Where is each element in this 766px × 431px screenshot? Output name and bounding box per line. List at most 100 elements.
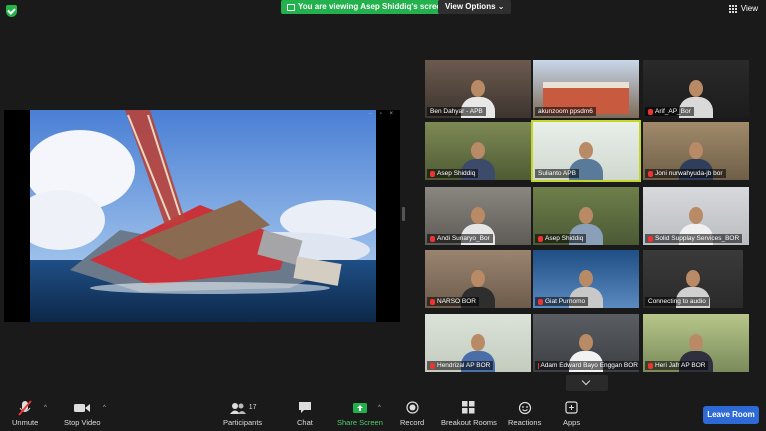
participant-name: NARSO BOR [427, 297, 480, 306]
participant-tile[interactable]: Sulianto APB [531, 120, 641, 182]
share-screen-label: Share Screen [337, 418, 383, 427]
participant-tile[interactable]: Solid Supplay Services_BOR [643, 187, 749, 245]
participant-tile[interactable]: Asep Shiddiq [533, 187, 639, 245]
participant-tile[interactable]: Ben Dahyar - APB [425, 60, 531, 118]
participant-name: Connecting to audio [645, 297, 709, 306]
breakout-rooms-button[interactable]: Breakout Rooms [441, 399, 497, 427]
audio-options-caret-icon[interactable]: ^ [44, 405, 47, 411]
participant-name-label: Ben Dahyar - APB [430, 108, 483, 115]
video-camera-icon [74, 403, 91, 412]
participant-name-label: Heri Jafr AP BOR [655, 362, 706, 369]
split-view-handle[interactable] [402, 207, 405, 221]
mic-muted-icon [430, 170, 435, 177]
participant-name: Hendrizal AP BOR [427, 361, 494, 370]
participant-name-label: Adam Edward Bayo Enggan BOR [540, 362, 638, 369]
view-button[interactable]: View [728, 4, 758, 13]
record-button[interactable]: Record [400, 399, 424, 427]
participant-name: Adam Edward Bayo Enggan BOR [535, 361, 639, 370]
participant-name-label: Asep Shiddiq [545, 235, 584, 242]
participant-name-label: Connecting to audio [648, 298, 706, 305]
participant-name-label: Joni nurwahyuda-jb bor [655, 170, 723, 177]
participant-tile[interactable]: Connecting to audio [643, 250, 743, 308]
apps-icon [565, 401, 578, 414]
participant-name-label: Sulianto APB [538, 170, 576, 177]
viewing-screen-banner: You are viewing Asep Shiddiq's screen [281, 0, 452, 14]
mic-muted-icon [430, 298, 435, 305]
mic-muted-icon [430, 235, 435, 242]
chat-bubble-icon [298, 402, 311, 413]
participant-name: Andi Sunaryo_Bor [427, 234, 493, 243]
next-page-button[interactable] [566, 375, 608, 391]
participant-name: Arif_AP_Bor [645, 107, 694, 116]
breakout-rooms-label: Breakout Rooms [441, 418, 497, 427]
participant-tile[interactable]: Arif_AP_Bor [643, 60, 749, 118]
oil-rig-image [30, 110, 376, 322]
share-screen-icon [352, 402, 367, 413]
view-options-button[interactable]: View Options ⌄ [438, 0, 512, 14]
participant-tile[interactable]: Joni nurwahyuda-jb bor [643, 122, 749, 180]
participant-tile[interactable]: Heri Jafr AP BOR [643, 314, 749, 372]
top-bar: You are viewing Asep Shiddiq's screen Vi… [0, 0, 766, 22]
stop-video-button[interactable]: Stop Video [64, 399, 101, 427]
shared-screen: – ▫ × [4, 110, 400, 322]
mic-muted-icon [18, 399, 32, 416]
participant-name: Sulianto APB [535, 169, 579, 178]
mic-muted-icon [538, 235, 543, 242]
participant-tile[interactable]: Giat Purnomo [533, 250, 639, 308]
leave-room-button[interactable]: Leave Room [703, 406, 759, 424]
participant-name: Solid Supplay Services_BOR [645, 234, 743, 243]
meeting-toolbar: Unmute ^ Stop Video ^ 17 Participants Ch… [0, 397, 766, 431]
participant-name: Asep Shiddiq [427, 169, 479, 178]
share-options-caret-icon[interactable]: ^ [378, 405, 381, 411]
participant-name-label: Arif_AP_Bor [655, 108, 691, 115]
viewing-label: You are viewing Asep Shiddiq's screen [298, 2, 446, 11]
video-options-caret-icon[interactable]: ^ [103, 405, 106, 411]
reactions-smiley-icon [518, 401, 531, 414]
participant-tile[interactable]: NARSO BOR [425, 250, 531, 308]
participant-name-label: akunzoom ppsdm6 [538, 108, 593, 115]
participant-name-label: Giat Purnomo [545, 298, 586, 305]
participant-tile[interactable]: akunzoom ppsdm6 [533, 60, 639, 118]
participant-name-label: Asep Shiddiq [437, 170, 476, 177]
record-label: Record [400, 418, 425, 427]
participant-name-label: Andi Sunaryo_Bor [437, 235, 490, 242]
mic-muted-icon [648, 235, 653, 242]
view-label: View [740, 4, 758, 13]
participant-name: akunzoom ppsdm6 [535, 107, 596, 116]
apps-button[interactable]: Apps [563, 399, 580, 427]
chat-label: Chat [297, 418, 313, 427]
participant-name-label: Hendrizal AP BOR [437, 362, 491, 369]
stop-video-label: Stop Video [64, 418, 101, 427]
chat-button[interactable]: Chat [297, 399, 313, 427]
participant-name: Ben Dahyar - APB [427, 107, 486, 116]
share-screen-button[interactable]: Share Screen [337, 399, 383, 427]
mic-muted-icon [648, 108, 653, 115]
participant-tile[interactable]: Adam Edward Bayo Enggan BOR [533, 314, 639, 372]
mic-muted-icon [538, 298, 543, 305]
participant-tile[interactable]: Hendrizal AP BOR [425, 314, 531, 372]
security-shield-icon[interactable] [6, 5, 17, 17]
participant-name: Heri Jafr AP BOR [645, 361, 709, 370]
record-icon [405, 401, 419, 414]
mic-muted-icon [430, 362, 435, 369]
reactions-label: Reactions [508, 418, 542, 427]
mic-muted-icon [648, 170, 653, 177]
participant-name: Joni nurwahyuda-jb bor [645, 169, 726, 178]
view-options-label: View Options [445, 2, 496, 11]
reactions-button[interactable]: Reactions [508, 399, 541, 427]
participant-name-label: Solid Supplay Services_BOR [655, 235, 740, 242]
participant-name: Asep Shiddiq [535, 234, 587, 243]
screen-share-icon [287, 3, 295, 11]
shared-screen-image [30, 110, 376, 322]
share-window-controls[interactable]: – ▫ × [369, 111, 396, 117]
participants-label: Participants [223, 418, 263, 427]
breakout-rooms-icon [462, 401, 475, 414]
participants-icon [229, 402, 246, 414]
unmute-button[interactable]: Unmute [12, 399, 38, 427]
apps-label: Apps [563, 418, 581, 427]
participant-name-label: NARSO BOR [437, 298, 477, 305]
participant-tile[interactable]: Andi Sunaryo_Bor [425, 187, 531, 245]
participant-tile[interactable]: Asep Shiddiq [425, 122, 531, 180]
participants-button[interactable]: 17 Participants [223, 399, 262, 427]
grid-view-icon [728, 4, 737, 13]
